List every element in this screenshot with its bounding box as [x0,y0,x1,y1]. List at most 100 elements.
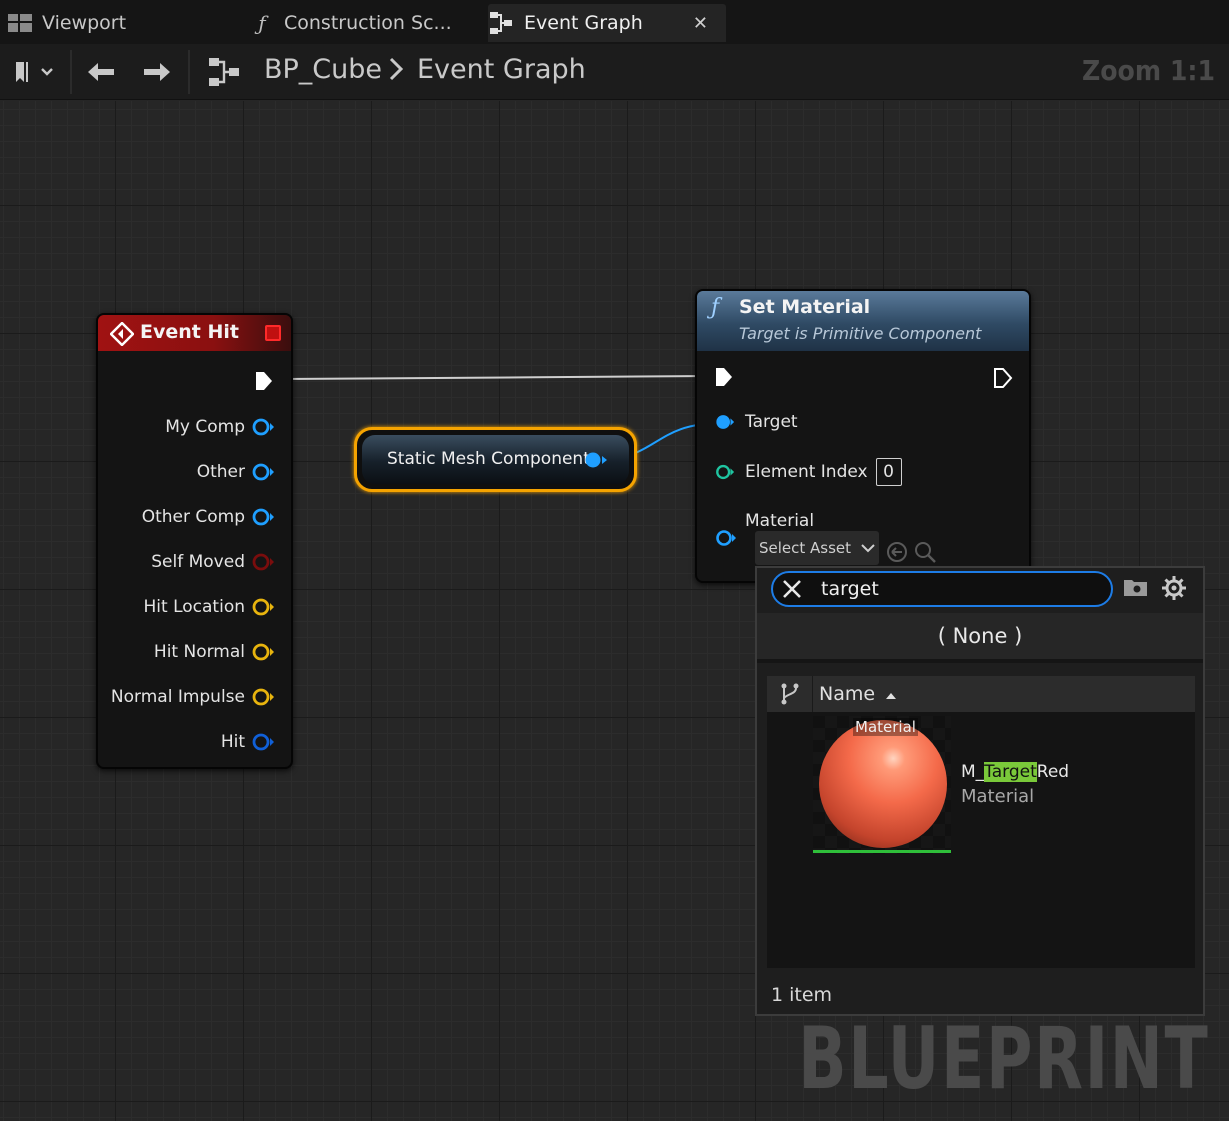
graph-icon [488,12,516,34]
integer-pin-icon [715,462,735,482]
event-hit-pin-row[interactable]: Self Moved [151,552,275,572]
material-pin-icon[interactable] [715,529,737,551]
exec-in-pin[interactable] [715,367,733,391]
asset-list: Name Material M_TargetRed Material [767,676,1195,968]
pin-label: My Comp [165,417,245,437]
node-header: Event Hit [98,315,291,351]
name-column-header[interactable]: Name [819,683,897,705]
pin-label: Self Moved [151,552,245,572]
node-subtitle: Target is Primitive Component [739,324,982,343]
blueprint-watermark: BLUEPRINT [797,1009,1209,1109]
pin-icon [252,598,274,616]
view-options-icon[interactable] [767,676,813,712]
breadcrumb-blueprint[interactable]: BP_Cube [264,54,382,85]
browse-search-icon[interactable] [913,540,937,568]
delegate-pin-icon[interactable] [265,325,281,341]
tab-viewport[interactable]: Viewport [6,4,236,42]
list-header: Name [767,676,1195,712]
event-hit-pin-row[interactable]: Hit [221,732,275,752]
graph-icon [204,52,244,92]
element-index-pin-row[interactable]: Element Index 0 [715,458,902,486]
asset-name-suffix: Red [1036,762,1070,782]
back-button[interactable] [80,52,122,92]
folder-icon[interactable] [1123,576,1149,602]
object-pin-icon [715,412,735,432]
function-icon: ƒ [258,11,266,35]
pin-label: Other Comp [141,507,245,527]
chevron-right-icon [388,56,404,89]
asset-thumbnail[interactable]: Material [813,716,951,854]
pin-label: Hit Location [143,597,245,617]
arrow-right-icon [144,63,170,81]
event-hit-pin-row[interactable]: Other [197,462,275,482]
viewport-icon [6,14,34,32]
event-hit-pin-row[interactable]: My Comp [165,417,275,437]
item-count: 1 item [771,984,833,1006]
pin-icon [252,418,274,436]
pin-icon [252,643,274,661]
close-icon[interactable]: ✕ [693,13,708,34]
sort-ascending-icon [885,683,897,705]
node-title: Event Hit [140,321,239,343]
bookmark-icon [16,62,53,82]
exec-wire [281,375,713,380]
target-pin-row[interactable]: Target [715,412,798,432]
select-asset-label: Select Asset [759,539,852,557]
graph-toolbar: BP_Cube Event Graph Zoom 1:1 [0,44,1229,100]
breadcrumb-graph[interactable]: Event Graph [417,54,586,85]
pin-label: Normal Impulse [110,687,245,707]
asset-picker-popup: ( None ) Name Material M_TargetRed Ma [755,566,1205,1016]
event-hit-pin-row[interactable]: Hit Location [144,597,275,617]
use-selected-icon[interactable] [885,540,909,568]
event-icon [109,321,135,350]
zoom-label: Zoom 1:1 [1081,54,1215,87]
search-match-highlight: Target [984,762,1037,782]
none-option[interactable]: ( None ) [757,613,1203,663]
search-input[interactable] [821,575,1101,603]
asset-type: Material [961,786,1035,807]
search-box [771,571,1113,607]
function-icon: ƒ [711,295,720,320]
tab-label: Construction Sc... [284,12,452,34]
event-hit-pin-row[interactable]: Normal Impulse [111,687,275,707]
thumbnail-type-label: Material [853,718,918,736]
object-out-pin[interactable] [584,451,608,473]
select-asset-dropdown[interactable]: Select Asset [755,531,879,565]
exec-out-pin[interactable] [993,367,1013,393]
static-mesh-component-node[interactable]: Static Mesh Component [354,427,637,492]
event-hit-pin-row[interactable]: Hit Normal [154,642,275,662]
forward-button[interactable] [136,52,178,92]
exec-out-pin[interactable] [255,371,273,395]
node-title: Static Mesh Component [387,449,590,469]
pin-icon [252,553,274,571]
pin-icon [252,733,274,751]
bookmark-button[interactable] [8,52,60,92]
pin-label: Target [745,412,798,432]
node-header: ƒ Set Material Target is Primitive Compo… [697,291,1029,351]
tab-bar: Viewport ƒ Construction Sc... Event Grap… [0,0,1229,44]
pin-label: Material [745,511,815,531]
asset-type-color-bar [813,850,951,853]
pin-icon [252,508,274,526]
tab-label: Event Graph [524,12,643,34]
pin-label: Element Index [745,462,868,482]
element-index-input[interactable]: 0 [875,458,902,486]
pin-icon [252,688,274,706]
asset-name[interactable]: M_TargetRed [961,762,1069,782]
settings-gear-icon[interactable] [1161,575,1187,605]
tab-event-graph[interactable]: Event Graph ✕ [488,4,726,42]
event-hit-pin-row[interactable]: Other Comp [142,507,275,527]
pin-label: Hit Normal [153,642,245,662]
material-sphere [819,720,947,848]
chevron-down-icon [861,539,875,557]
pin-label: Hit [220,732,245,752]
clear-search-icon[interactable] [781,578,803,604]
tab-construction-script[interactable]: ƒ Construction Sc... [248,4,478,42]
tab-label: Viewport [42,12,127,34]
asset-name-prefix: M_ [961,762,985,782]
pin-icon [252,463,274,481]
event-hit-node[interactable]: Event Hit My Comp Other Other Comp Self Mov… [96,313,293,769]
graph-canvas[interactable]: Event Hit My Comp Other Other Comp Self Mov… [0,101,1229,1121]
pin-label: Other [196,462,245,482]
node-title: Set Material [739,296,871,318]
